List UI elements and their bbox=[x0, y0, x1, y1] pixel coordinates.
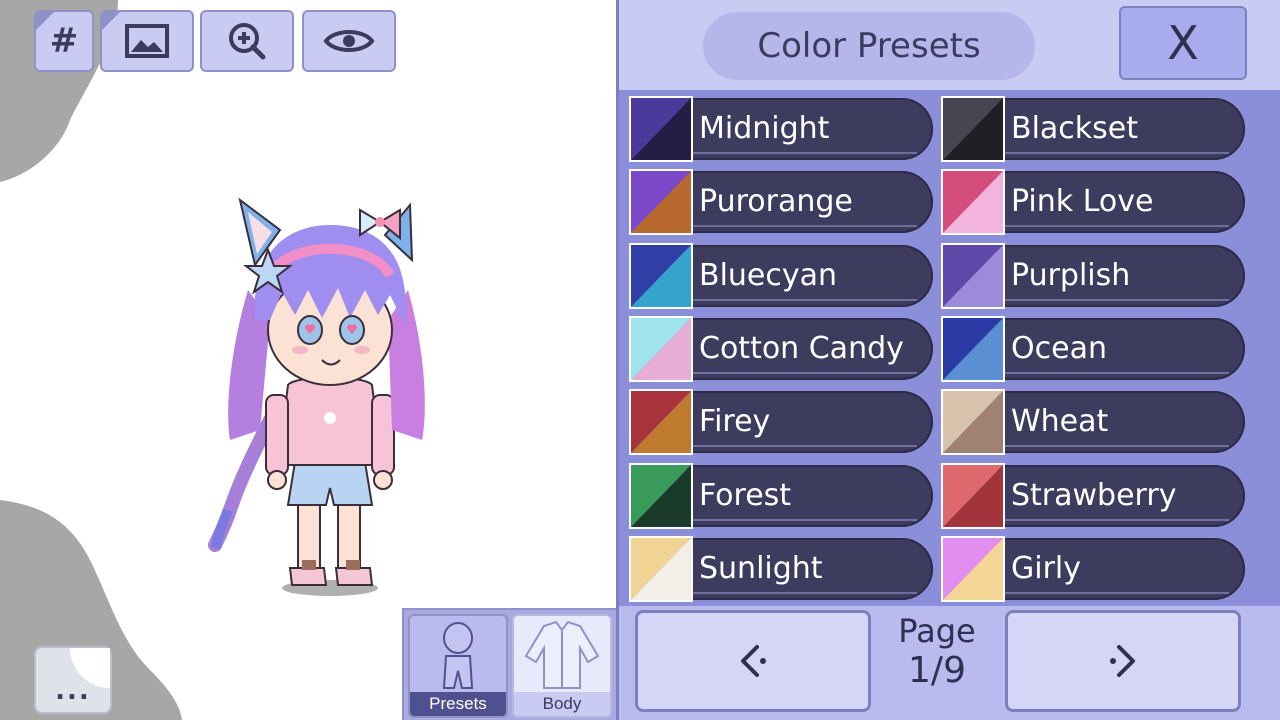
preset-item[interactable]: Wheat bbox=[941, 389, 1247, 456]
preset-swatch bbox=[941, 535, 1005, 602]
preset-item[interactable]: Strawberry bbox=[941, 462, 1247, 529]
page-word: Page bbox=[898, 612, 976, 650]
background-button[interactable] bbox=[100, 10, 194, 72]
tab-label: Body bbox=[514, 692, 610, 716]
prev-page-button[interactable] bbox=[635, 610, 871, 712]
preset-swatch bbox=[629, 242, 693, 309]
image-icon bbox=[125, 24, 169, 58]
preset-label: Midnight bbox=[699, 111, 830, 146]
preset-item[interactable]: Girly bbox=[941, 535, 1247, 602]
preset-label: Pink Love bbox=[1011, 184, 1154, 220]
panel-title: Color Presets bbox=[703, 12, 1035, 80]
preset-item[interactable]: Cotton Candy bbox=[629, 315, 935, 382]
preset-swatch bbox=[629, 315, 693, 382]
zoom-button[interactable] bbox=[200, 10, 294, 72]
preset-swatch bbox=[629, 169, 693, 236]
preset-label: Ocean bbox=[1011, 330, 1107, 366]
color-presets-panel: Color Presets X Midnight Blackset Purorang… bbox=[616, 0, 1280, 720]
tab-label: Presets bbox=[410, 692, 506, 716]
hash-icon: # bbox=[49, 21, 79, 61]
chevron-left-icon bbox=[741, 645, 766, 677]
tab-bar: Presets Body bbox=[402, 608, 616, 720]
preset-item[interactable]: Firey bbox=[629, 389, 935, 456]
tab-presets[interactable]: Presets bbox=[408, 614, 508, 718]
preset-swatch bbox=[941, 462, 1005, 529]
preset-item[interactable]: Pink Love bbox=[941, 169, 1247, 236]
preset-item[interactable]: Blackset bbox=[941, 96, 1247, 162]
preset-label: Bluecyan bbox=[699, 257, 838, 293]
corner-tab bbox=[36, 12, 54, 30]
preset-swatch bbox=[941, 389, 1005, 456]
pager: Page 1/9 bbox=[619, 606, 1280, 720]
person-icon bbox=[442, 622, 474, 689]
preset-label: Sunlight bbox=[699, 550, 823, 586]
character-sprite[interactable] bbox=[200, 180, 460, 600]
preset-label: Purorange bbox=[699, 184, 853, 220]
page-number: 1/9 bbox=[908, 650, 966, 691]
preset-swatch bbox=[941, 315, 1005, 382]
preset-label: Forest bbox=[699, 477, 792, 513]
preset-swatch bbox=[629, 96, 693, 162]
eye-icon bbox=[323, 30, 375, 52]
page-indicator: Page 1/9 bbox=[877, 612, 997, 691]
preset-item[interactable]: Purplish bbox=[941, 242, 1247, 309]
preset-swatch bbox=[629, 462, 693, 529]
preset-item[interactable]: Purorange bbox=[629, 169, 935, 236]
hash-button[interactable]: # bbox=[34, 10, 94, 72]
preset-swatch bbox=[941, 242, 1005, 309]
corner-tab bbox=[102, 12, 120, 30]
preset-label: Wheat bbox=[1011, 404, 1109, 440]
tab-body[interactable]: Body bbox=[512, 614, 612, 718]
preset-item[interactable]: Ocean bbox=[941, 315, 1247, 382]
more-label: ... bbox=[55, 676, 91, 706]
character-stage[interactable]: # ... Presets Body bbox=[0, 0, 616, 720]
preset-swatch bbox=[941, 96, 1005, 162]
preset-label: Girly bbox=[1011, 550, 1082, 586]
preset-swatch bbox=[629, 535, 693, 602]
preset-label: Cotton Candy bbox=[699, 330, 904, 366]
more-button[interactable]: ... bbox=[34, 646, 112, 714]
preset-list: Midnight Blackset Purorange Pink Love Bluecy… bbox=[619, 90, 1280, 606]
preset-item[interactable]: Midnight bbox=[629, 96, 935, 162]
preset-swatch bbox=[941, 169, 1005, 236]
next-page-button[interactable] bbox=[1005, 610, 1241, 712]
chevron-right-icon bbox=[1110, 645, 1135, 677]
preset-label: Blackset bbox=[1011, 111, 1139, 146]
zoom-in-icon bbox=[229, 23, 266, 60]
shirt-icon bbox=[524, 620, 600, 689]
preset-item[interactable]: Sunlight bbox=[629, 535, 935, 602]
preset-label: Strawberry bbox=[1011, 477, 1177, 513]
preset-item[interactable]: Forest bbox=[629, 462, 935, 529]
preset-label: Purplish bbox=[1011, 257, 1131, 293]
preset-label: Firey bbox=[699, 404, 771, 440]
preset-swatch bbox=[629, 389, 693, 456]
panel-header: Color Presets X bbox=[619, 0, 1280, 90]
preset-item[interactable]: Bluecyan bbox=[629, 242, 935, 309]
close-button[interactable]: X bbox=[1119, 6, 1247, 80]
visibility-button[interactable] bbox=[302, 10, 396, 72]
